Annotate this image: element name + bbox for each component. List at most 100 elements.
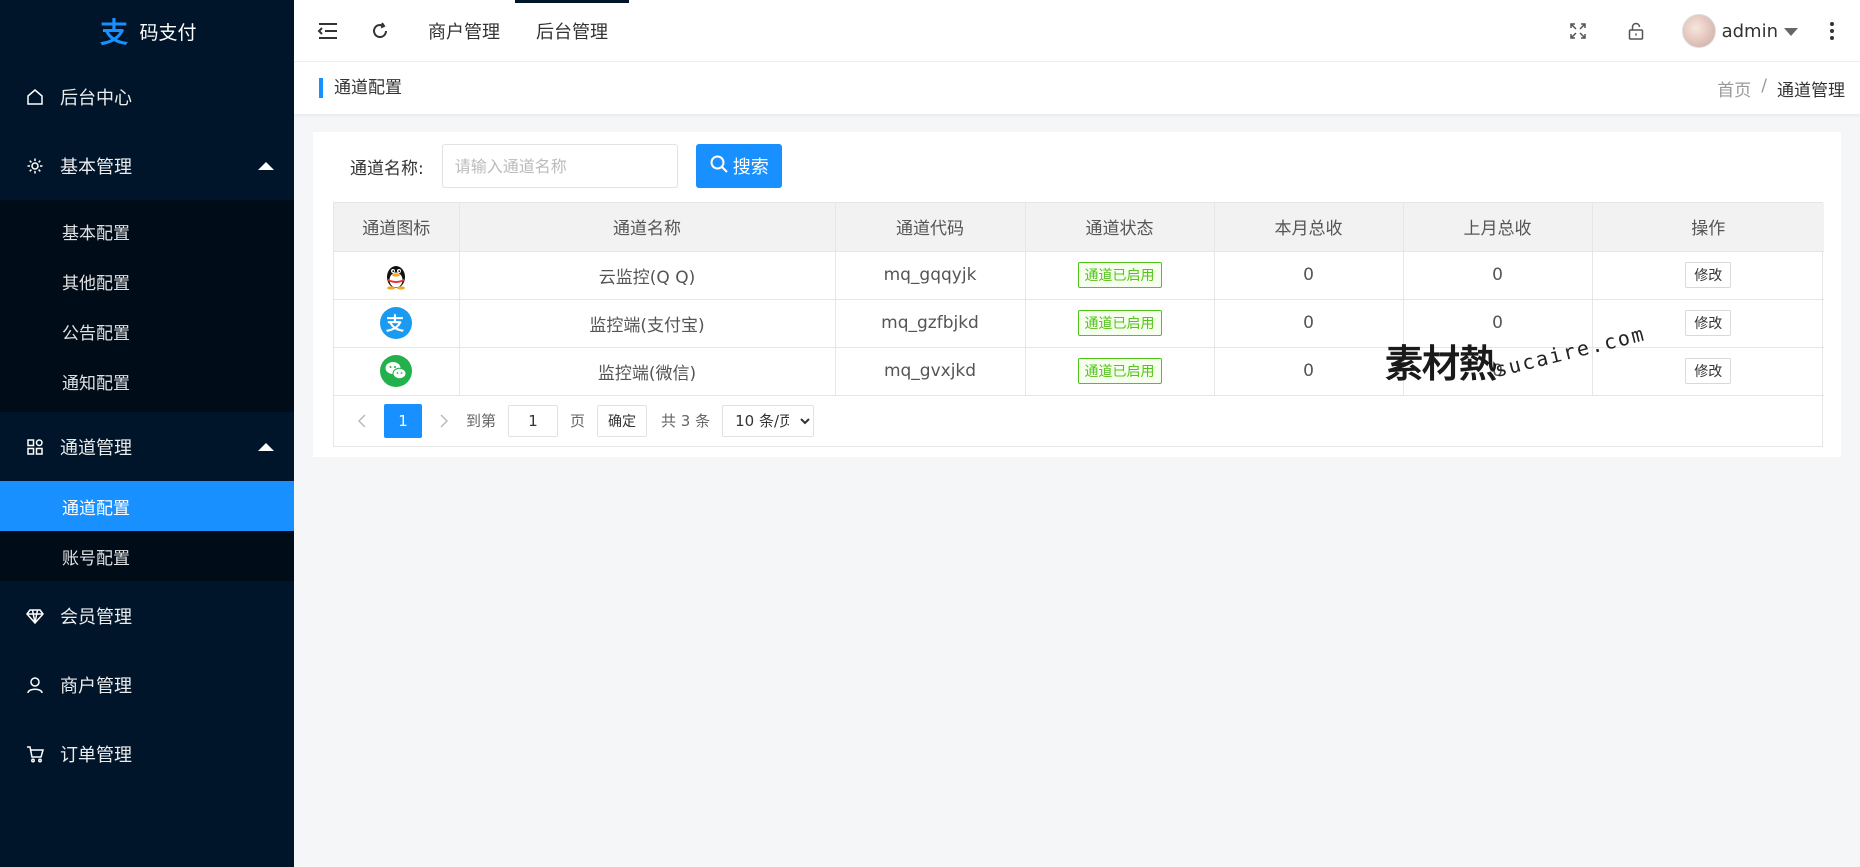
home-icon [25,87,45,107]
header-right: admin [1566,0,1860,62]
lock-icon[interactable] [1624,19,1648,43]
channel-table: 通道图标 通道名称 通道代码 通道状态 本月总收 上月总收 操作 云监控(Q Q… [333,202,1824,447]
table-row: 支 监控端(支付宝) mq_gzfbjkd 通道已启用 0 0 修改 [334,299,1824,348]
last-month-total: 0 [1403,347,1593,396]
apps-icon [25,437,45,457]
channel-name: 监控端(微信) [459,347,836,396]
tab-merchant[interactable]: 商户管理 [410,0,518,62]
qq-icon [380,259,412,291]
logo[interactable]: 支 码支付 [0,0,294,62]
column-header: 通道状态 [1025,203,1215,252]
tab-admin[interactable]: 后台管理 [515,0,629,62]
cart-icon [25,744,45,764]
gear-icon [25,156,45,176]
search-button-label: 搜索 [732,157,769,178]
channel-name: 监控端(支付宝) [459,299,836,348]
this-month-total: 0 [1214,299,1404,348]
goto-prefix: 到第 [466,412,497,430]
sidebar-item-members[interactable]: 会员管理 [0,581,294,650]
status-badge: 通道已启用 [1077,358,1162,384]
breadcrumb-separator: / [1761,75,1767,96]
pagination: 1 到第 页 确定 共 3 条 10 条/页 [334,396,1822,446]
goto-confirm-button[interactable]: 确定 [597,404,648,437]
this-month-total: 0 [1214,347,1404,396]
alipay-icon: 支 [380,307,413,339]
more-vertical-icon[interactable] [1820,19,1844,43]
sidebar-item-basic[interactable]: 基本管理 [0,131,294,200]
page-title: 通道配置 [319,78,402,98]
sidebar-item-channel[interactable]: 通道管理 [0,412,294,481]
chevron-up-icon [258,442,274,451]
avatar[interactable] [1681,14,1716,48]
top-header: 商户管理 后台管理 admin [294,0,1860,62]
status-badge: 通道已启用 [1077,262,1162,288]
channel-code: mq_gzfbjkd [835,299,1026,348]
last-month-total: 0 [1403,251,1593,300]
refresh-icon[interactable] [368,19,392,43]
channel-code: mq_gqqyjk [835,251,1026,300]
channel-name: 云监控(Q Q) [459,251,836,300]
sidebar-item-basic-config[interactable]: 基本配置 [0,206,294,256]
logo-icon: 支 [97,15,129,47]
wechat-icon [380,355,413,387]
breadcrumb-current: 通道管理 [1777,80,1845,101]
sidebar-item-label: 会员管理 [60,606,132,628]
status-badge: 通道已启用 [1077,310,1162,336]
last-month-total: 0 [1403,299,1593,348]
search-form: 通道名称: 搜索 [350,144,782,188]
search-label: 通道名称: [350,158,424,179]
sidebar-item-label: 通道管理 [60,437,132,459]
app-title: 码支付 [139,21,197,44]
svg-text:支: 支 [100,16,128,47]
sidebar-item-orders[interactable]: 订单管理 [0,719,294,788]
submenu-channel: 通道配置 账号配置 [0,481,294,581]
edit-button[interactable]: 修改 [1685,358,1732,384]
sidebar-item-label: 后台中心 [60,87,132,109]
goto-page-input[interactable] [508,404,559,437]
chevron-up-icon [258,161,274,170]
content-card: 通道名称: 搜索 通道图标 通道名称 通道代码 通道状态 本月总收 上月总收 [313,132,1841,457]
sidebar-item-channel-config[interactable]: 通道配置 [0,481,294,531]
menu-fold-icon[interactable] [316,19,340,43]
sidebar-item-notify-config[interactable]: 通知配置 [0,356,294,406]
column-header: 通道名称 [459,203,836,252]
page-size-select[interactable]: 10 条/页 [722,404,815,437]
sidebar: 支 码支付 后台中心 基本管理 基本配置 其他配置 公告配置 通知配置 通道管理… [0,0,294,867]
sidebar-item-label: 订单管理 [60,744,132,766]
page-number-current[interactable]: 1 [384,403,422,438]
breadcrumb-home[interactable]: 首页 [1717,76,1751,101]
page-header: 通道配置 首页 / 通道管理 [294,62,1860,114]
search-button[interactable]: 搜索 [695,144,782,188]
sidebar-item-other-config[interactable]: 其他配置 [0,256,294,306]
sidebar-item-label: 基本管理 [60,156,132,178]
edit-button[interactable]: 修改 [1685,310,1732,336]
search-input[interactable] [441,144,678,188]
sidebar-item-notice-config[interactable]: 公告配置 [0,306,294,356]
submenu-basic: 基本配置 其他配置 公告配置 通知配置 [0,200,294,412]
table-header-row: 通道图标 通道名称 通道代码 通道状态 本月总收 上月总收 操作 [334,203,1824,252]
table-row: 监控端(微信) mq_gvxjkd 通道已启用 0 0 修改 [334,347,1824,396]
username[interactable]: admin [1722,21,1778,42]
this-month-total: 0 [1214,251,1404,300]
sidebar-item-dashboard[interactable]: 后台中心 [0,62,294,131]
sidebar-item-merchants[interactable]: 商户管理 [0,650,294,719]
column-header: 本月总收 [1214,203,1404,252]
fullscreen-icon[interactable] [1566,19,1590,43]
total-count: 共 3 条 [661,412,711,430]
diamond-icon [25,606,45,626]
column-header: 通道图标 [334,203,460,252]
sidebar-item-label: 商户管理 [60,675,132,697]
chevron-left-icon[interactable] [352,411,372,431]
column-header: 上月总收 [1403,203,1593,252]
chevron-down-icon[interactable] [1784,28,1798,36]
search-icon [709,154,729,179]
column-header: 操作 [1592,203,1824,252]
chevron-right-icon[interactable] [434,411,454,431]
goto-suffix: 页 [570,412,586,430]
edit-button[interactable]: 修改 [1685,262,1732,288]
svg-text:支: 支 [385,313,405,334]
table-row: 云监控(Q Q) mq_gqqyjk 通道已启用 0 0 修改 [334,251,1824,300]
breadcrumb: 首页 / 通道管理 [1717,76,1845,101]
column-header: 通道代码 [835,203,1026,252]
sidebar-item-account-config[interactable]: 账号配置 [0,531,294,581]
